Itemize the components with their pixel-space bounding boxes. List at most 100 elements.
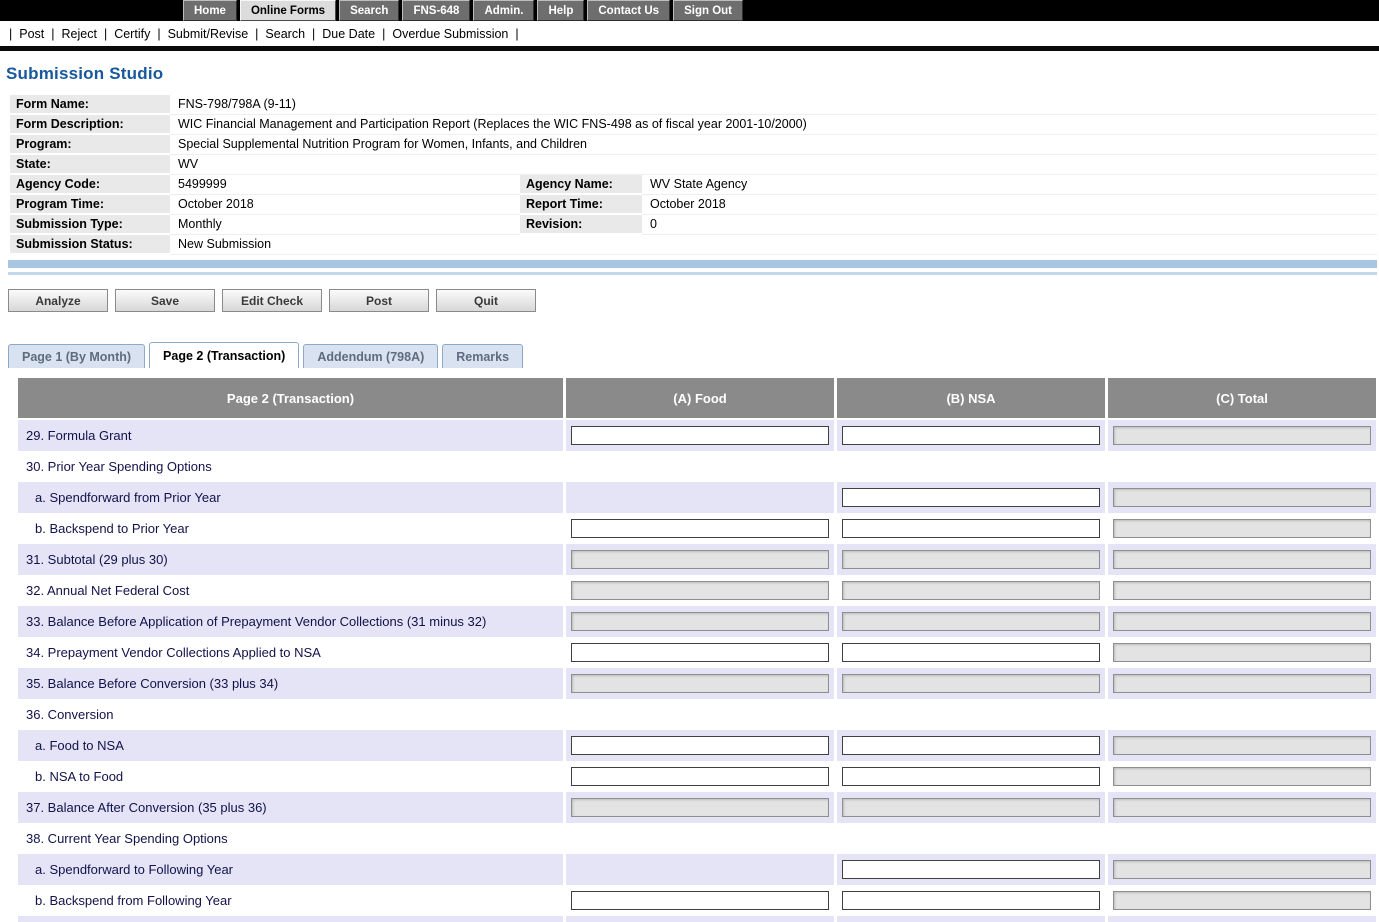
food-input[interactable] — [571, 736, 829, 755]
info-label: Form Description: — [10, 115, 170, 135]
column-header: (A) Food — [566, 378, 834, 418]
column-header: Page 2 (Transaction) — [18, 378, 563, 418]
food-cell — [566, 761, 834, 792]
nav-online-forms[interactable]: Online Forms — [240, 0, 336, 21]
row-label: b. Backspend to Prior Year — [18, 513, 563, 544]
total-input — [1113, 550, 1371, 569]
row-label: a. Spendforward to Following Year — [18, 854, 563, 885]
total-cell — [1108, 482, 1376, 513]
food-input[interactable] — [571, 519, 829, 538]
quit-button[interactable]: Quit — [436, 289, 536, 312]
nsa-cell — [837, 792, 1105, 823]
nsa-input[interactable] — [842, 488, 1100, 507]
nav-home[interactable]: Home — [183, 0, 237, 21]
grid-row: 36. Conversion — [18, 699, 1376, 730]
tab-addendum-798a[interactable]: Addendum (798A) — [303, 344, 438, 368]
info-row: Program:Special Supplemental Nutrition P… — [10, 135, 1377, 155]
toolbar: Analyze Save Edit Check Post Quit — [8, 289, 1379, 312]
nsa-cell — [837, 606, 1105, 637]
nsa-input[interactable] — [842, 736, 1100, 755]
save-button[interactable]: Save — [115, 289, 215, 312]
info-row: Submission Status:New Submission — [10, 235, 1377, 255]
nsa-input — [842, 612, 1100, 631]
nsa-cell — [837, 699, 1105, 730]
subnav-search[interactable]: Search — [265, 27, 305, 41]
total-cell — [1108, 544, 1376, 575]
tab-page-1-by-month[interactable]: Page 1 (By Month) — [8, 344, 145, 368]
food-cell — [566, 823, 834, 854]
food-cell — [566, 575, 834, 606]
info-row: Program Time:October 2018Report Time:Oct… — [10, 195, 1377, 215]
nav-search[interactable]: Search — [339, 0, 399, 21]
food-input[interactable] — [571, 426, 829, 445]
nsa-cell — [837, 885, 1105, 916]
info-value: Special Supplemental Nutrition Program f… — [170, 135, 1377, 155]
nav-sign-out[interactable]: Sign Out — [673, 0, 743, 21]
total-input — [1113, 612, 1371, 631]
total-cell — [1108, 854, 1376, 885]
nsa-input[interactable] — [842, 426, 1100, 445]
food-input[interactable] — [571, 767, 829, 786]
edit-check-button[interactable]: Edit Check — [222, 289, 322, 312]
subnav-reject[interactable]: Reject — [62, 27, 97, 41]
grid-row: a. Food to NSA — [18, 730, 1376, 761]
nav-contact-us[interactable]: Contact Us — [587, 0, 670, 21]
info-value: October 2018 — [170, 195, 520, 215]
food-cell — [566, 637, 834, 668]
nsa-input[interactable] — [842, 767, 1100, 786]
food-cell — [566, 792, 834, 823]
total-cell — [1108, 699, 1376, 730]
row-label: a. Food to NSA — [18, 730, 563, 761]
info-value: New Submission — [170, 235, 1377, 255]
nsa-input[interactable] — [842, 643, 1100, 662]
row-label: 32. Annual Net Federal Cost — [18, 575, 563, 606]
info-label: Agency Code: — [10, 175, 170, 195]
food-cell — [566, 482, 834, 513]
subnav-due-date[interactable]: Due Date — [322, 27, 375, 41]
nav-help[interactable]: Help — [537, 0, 584, 21]
grid-row: b. Backspend from Following Year — [18, 885, 1376, 916]
nsa-input[interactable] — [842, 519, 1100, 538]
nsa-cell — [837, 668, 1105, 699]
info-label: Revision: — [520, 215, 642, 235]
subnav-overdue-submission[interactable]: Overdue Submission — [392, 27, 508, 41]
sub-nav: |Post|Reject|Certify|Submit/Revise|Searc… — [0, 21, 1379, 46]
cropped-cell — [837, 916, 1105, 922]
subnav-submit-revise[interactable]: Submit/Revise — [168, 27, 249, 41]
post-button[interactable]: Post — [329, 289, 429, 312]
separator: | — [104, 27, 107, 41]
subnav-post[interactable]: Post — [19, 27, 44, 41]
row-label: 31. Subtotal (29 plus 30) — [18, 544, 563, 575]
tab-page-2-transaction[interactable]: Page 2 (Transaction) — [149, 342, 299, 368]
tab-remarks[interactable]: Remarks — [442, 344, 523, 368]
nav-fns-648[interactable]: FNS-648 — [402, 0, 470, 21]
separator: | — [255, 27, 258, 41]
grid-row: a. Spendforward from Prior Year — [18, 482, 1376, 513]
total-input — [1113, 798, 1371, 817]
food-input[interactable] — [571, 891, 829, 910]
nsa-cell — [837, 730, 1105, 761]
nsa-input[interactable] — [842, 860, 1100, 879]
grid-row: 30. Prior Year Spending Options — [18, 451, 1376, 482]
subnav-certify[interactable]: Certify — [114, 27, 150, 41]
food-cell — [566, 451, 834, 482]
total-input — [1113, 736, 1371, 755]
nsa-input[interactable] — [842, 891, 1100, 910]
total-input — [1113, 488, 1371, 507]
nav-admin[interactable]: Admin. — [473, 0, 534, 21]
transaction-grid: Page 2 (Transaction)(A) Food(B) NSA(C) T… — [18, 378, 1376, 922]
nsa-input — [842, 798, 1100, 817]
row-label: 29. Formula Grant — [18, 420, 563, 451]
info-row: Form Name:FNS-798/798A (9-11) — [10, 95, 1377, 115]
info-row: Form Description:WIC Financial Managemen… — [10, 115, 1377, 135]
analyze-button[interactable]: Analyze — [8, 289, 108, 312]
food-cell — [566, 885, 834, 916]
total-cell — [1108, 792, 1376, 823]
nsa-input — [842, 581, 1100, 600]
food-input — [571, 674, 829, 693]
total-cell — [1108, 637, 1376, 668]
food-input[interactable] — [571, 643, 829, 662]
cropped-cell — [1108, 916, 1376, 922]
nsa-cell — [837, 544, 1105, 575]
info-label: Agency Name: — [520, 175, 642, 195]
